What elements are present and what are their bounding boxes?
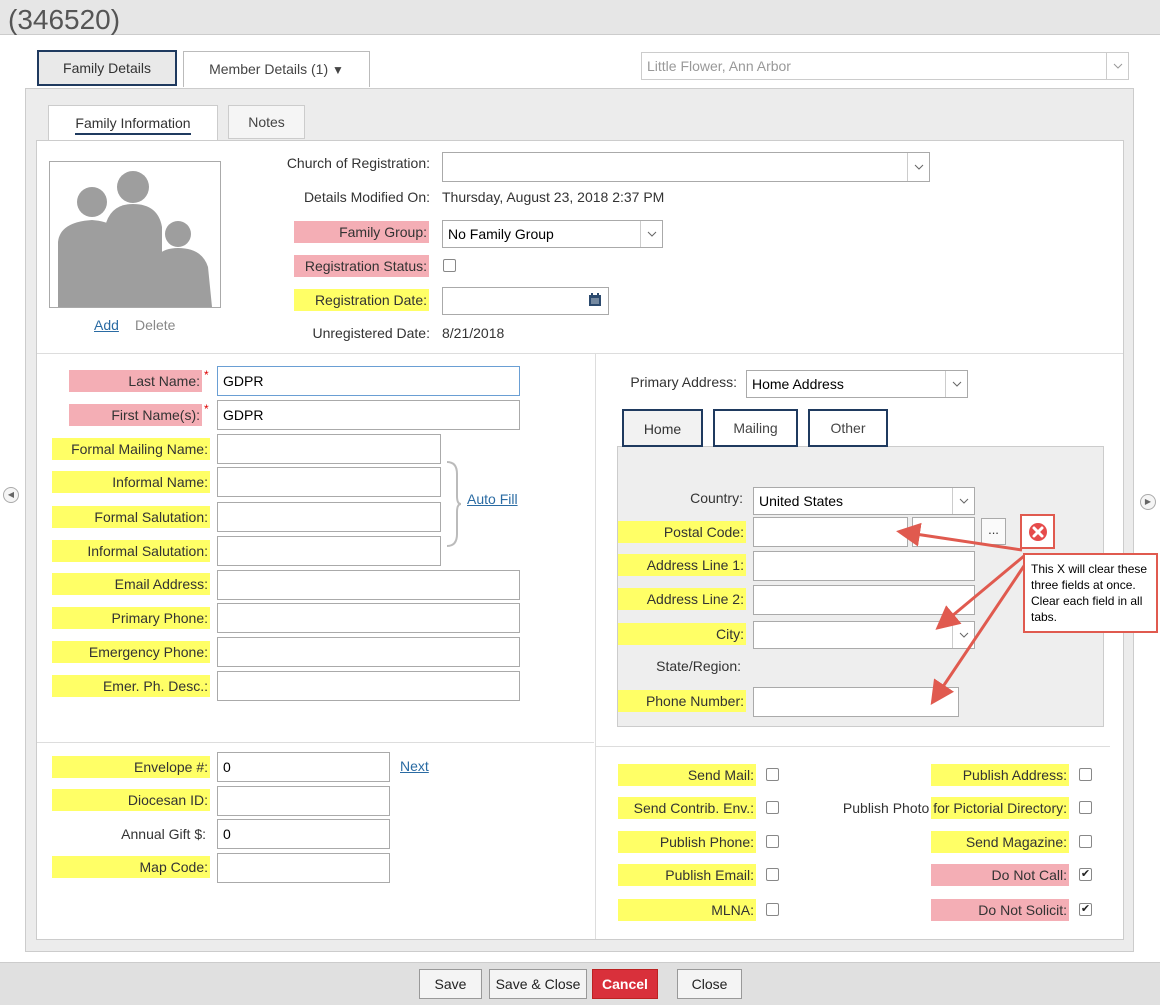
- map-code-label: Map Code:: [52, 856, 210, 878]
- envelope-input[interactable]: 0: [217, 752, 390, 782]
- publish-phone-checkbox[interactable]: [766, 835, 779, 848]
- send-mail-label: Send Mail:: [618, 764, 756, 786]
- annual-gift-label: Annual Gift $:: [121, 826, 206, 842]
- publish-address-checkbox[interactable]: [1079, 768, 1092, 781]
- publish-email-label: Publish Email:: [618, 864, 756, 886]
- cancel-button[interactable]: Cancel: [592, 969, 658, 999]
- do-not-solicit-label: Do Not Solicit:: [931, 899, 1069, 921]
- annotation-arrows: [896, 522, 1030, 705]
- send-magazine-checkbox[interactable]: [1079, 835, 1092, 848]
- do-not-call-label: Do Not Call:: [931, 864, 1069, 886]
- publish-address-label: Publish Address:: [931, 764, 1069, 786]
- annotation-note: This X will clear these three fields at …: [1023, 553, 1158, 633]
- save-close-button[interactable]: Save & Close: [489, 969, 587, 999]
- send-contrib-label: Send Contrib. Env.:: [618, 797, 756, 819]
- publish-photo-checkbox[interactable]: [1079, 801, 1092, 814]
- do-not-call-checkbox[interactable]: ✔: [1079, 868, 1092, 881]
- map-code-input[interactable]: [217, 853, 390, 883]
- close-button[interactable]: Close: [677, 969, 742, 999]
- publish-phone-label: Publish Phone:: [618, 831, 756, 853]
- mlna-label: MLNA:: [618, 899, 756, 921]
- do-not-solicit-checkbox[interactable]: ✔: [1079, 903, 1092, 916]
- diocesan-input[interactable]: [217, 786, 390, 816]
- envelope-label: Envelope #:: [52, 756, 210, 778]
- next-envelope-link[interactable]: Next: [400, 758, 429, 774]
- save-button[interactable]: Save: [419, 969, 482, 999]
- mlna-checkbox[interactable]: [766, 903, 779, 916]
- annual-gift-input[interactable]: 0: [217, 819, 390, 849]
- publish-photo-label: Publish Photo for Pictorial Directory:: [842, 800, 1067, 816]
- send-magazine-label: Send Magazine:: [931, 831, 1069, 853]
- diocesan-label: Diocesan ID:: [52, 789, 210, 811]
- send-contrib-checkbox[interactable]: [766, 801, 779, 814]
- publish-email-checkbox[interactable]: [766, 868, 779, 881]
- send-mail-checkbox[interactable]: [766, 768, 779, 781]
